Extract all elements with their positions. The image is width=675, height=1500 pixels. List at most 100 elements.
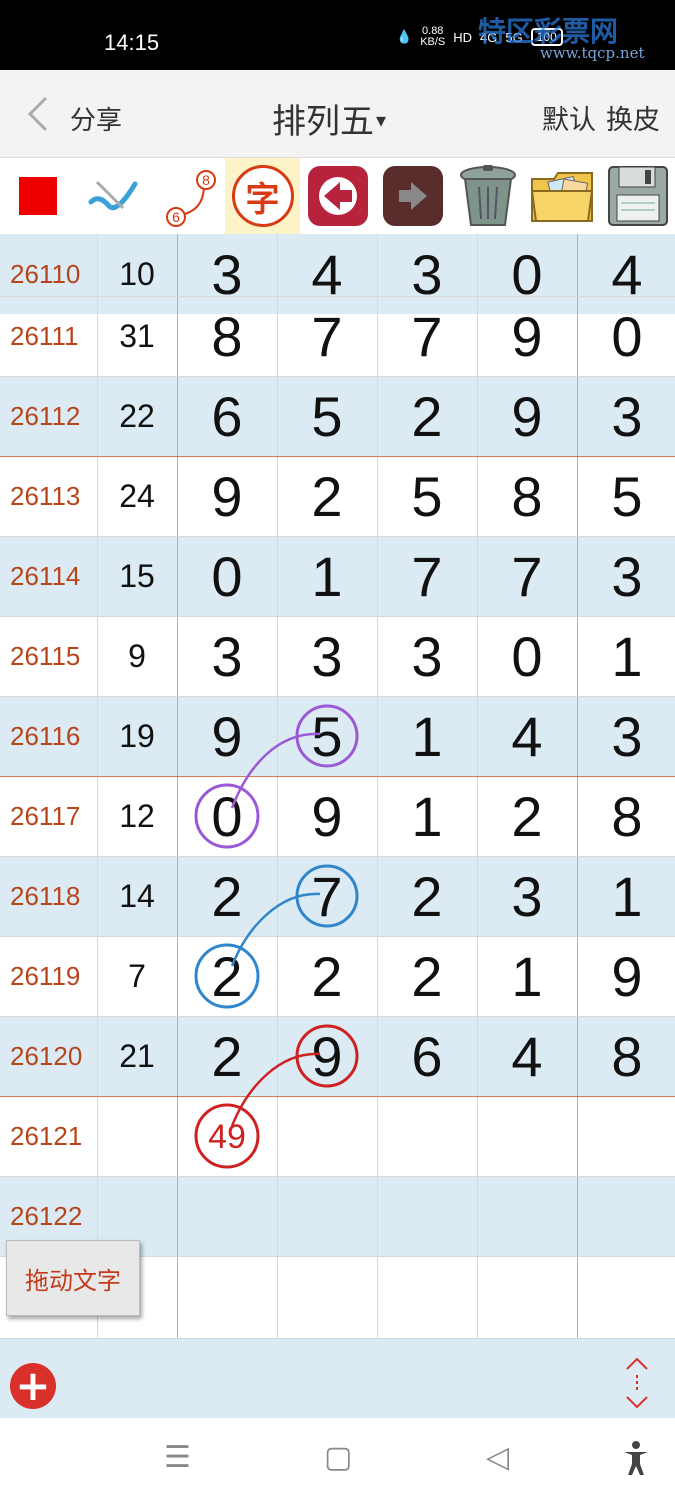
digit-cell[interactable]: 2 [377, 936, 477, 1016]
grid-divider [177, 234, 178, 1338]
water-drop-icon: 💧 [396, 29, 413, 44]
text-tool[interactable]: 字 [225, 158, 300, 234]
issue-number: 26113 [10, 480, 81, 511]
digit-cell[interactable]: 8 [177, 296, 277, 376]
digit-cell[interactable]: 1 [277, 536, 377, 616]
add-plus-icon[interactable]: + [10, 1363, 56, 1409]
digit-cell[interactable]: 3 [277, 616, 377, 696]
sum-value: 21 [119, 1037, 155, 1074]
digit-cell[interactable]: 9 [277, 776, 377, 856]
digit-cell[interactable]: 5 [277, 376, 377, 456]
digit-cell[interactable]: 8 [577, 776, 675, 856]
back-nav-icon[interactable]: ◁ [486, 1440, 509, 1475]
digit-cell[interactable]: 2 [377, 376, 477, 456]
table-row: 26119 7 2 2 2 1 9 [0, 936, 675, 1016]
digit-cell[interactable]: 6 [177, 376, 277, 456]
expand-vertical-icon[interactable] [622, 1357, 652, 1409]
connect-tool[interactable]: 8 6 [150, 158, 225, 234]
digit-cell[interactable]: 2 [477, 776, 577, 856]
digit-cell[interactable]: 3 [377, 616, 477, 696]
digit-cell[interactable]: 1 [577, 856, 675, 936]
grid-divider [277, 234, 278, 1338]
digit-cell[interactable]: 0 [177, 536, 277, 616]
issue-number: 26111 [10, 320, 79, 351]
bottom-bar: + [0, 1338, 675, 1418]
digit-cell[interactable]: 4 [477, 1016, 577, 1096]
digit-cell[interactable]: 5 [277, 696, 377, 776]
digit-cell[interactable]: 8 [577, 1016, 675, 1096]
change-skin-button[interactable]: 换皮 [606, 98, 660, 137]
digit-cell[interactable]: 7 [277, 296, 377, 376]
digit-cell[interactable]: 3 [577, 696, 675, 776]
digit-cell[interactable]: 3 [177, 616, 277, 696]
digit-cell[interactable]: 1 [477, 936, 577, 1016]
redo-tool[interactable] [375, 158, 450, 234]
red-color-swatch-icon [18, 177, 57, 215]
image-folder-tool[interactable] [525, 158, 600, 234]
digit-cell[interactable]: 9 [177, 456, 277, 536]
row-divider [0, 376, 675, 377]
digit-cell[interactable]: 2 [177, 856, 277, 936]
row-divider [0, 296, 675, 297]
digit-cell[interactable]: 9 [577, 936, 675, 1016]
row-divider [0, 1176, 675, 1177]
digit-cell[interactable]: 0 [477, 616, 577, 696]
grid-divider [477, 234, 478, 1338]
digit-cell[interactable]: 7 [477, 536, 577, 616]
digit-cell[interactable]: 2 [177, 936, 277, 1016]
digit-cell[interactable]: 5 [377, 456, 477, 536]
row-divider [0, 456, 675, 457]
back-arrow-icon[interactable] [24, 94, 54, 134]
digit-cell[interactable]: 0 [177, 776, 277, 856]
sum-value: 19 [119, 717, 155, 754]
table-row: 26116 19 9 5 1 4 3 [0, 696, 675, 776]
digit-cell[interactable]: 7 [377, 296, 477, 376]
digit-cell[interactable]: 3 [477, 856, 577, 936]
trash-tool[interactable] [450, 158, 525, 234]
table-row: 26114 15 0 1 7 7 3 [0, 536, 675, 616]
digit-cell[interactable]: 2 [177, 1016, 277, 1096]
digit-cell[interactable]: 3 [577, 376, 675, 456]
undo-arrow-icon [307, 166, 368, 226]
pen-tool[interactable] [75, 158, 150, 234]
floppy-save-icon [607, 166, 668, 226]
digit-cell[interactable]: 9 [477, 296, 577, 376]
save-tool[interactable] [600, 158, 675, 234]
digit-cell[interactable]: 5 [577, 456, 675, 536]
accessibility-icon[interactable] [622, 1440, 650, 1476]
undo-tool[interactable] [300, 158, 375, 234]
digit-cell[interactable]: 9 [477, 376, 577, 456]
digit-cell[interactable]: 6 [377, 1016, 477, 1096]
digit-cell[interactable]: 8 [477, 456, 577, 536]
digit-cell[interactable]: 4 [477, 696, 577, 776]
default-button[interactable]: 默认 [542, 98, 596, 137]
row-divider [0, 536, 675, 537]
status-time: 14:15 [104, 30, 160, 55]
digit-cell[interactable]: 1 [377, 696, 477, 776]
digit-cell[interactable]: 1 [577, 616, 675, 696]
drag-text-button[interactable]: 拖动文字 [6, 1240, 140, 1316]
digit-cell[interactable]: 2 [377, 856, 477, 936]
digit-cell[interactable]: 0 [577, 296, 675, 376]
digit-cell[interactable]: 3 [577, 536, 675, 616]
issue-number: 26117 [10, 800, 81, 831]
page-title-dropdown[interactable]: 排列五 ▾ [272, 94, 386, 143]
sum-value: 15 [119, 557, 155, 594]
menu-icon[interactable]: ☰ [164, 1440, 191, 1475]
digit-cell[interactable]: 1 [377, 776, 477, 856]
home-icon[interactable]: ▢ [324, 1440, 352, 1475]
color-picker-tool[interactable] [0, 158, 75, 234]
sum-value [97, 1096, 177, 1176]
digit-cell[interactable]: 9 [277, 1016, 377, 1096]
digit-cell[interactable]: 7 [377, 536, 477, 616]
row-divider [0, 1016, 675, 1017]
grid-divider [377, 234, 378, 1338]
trash-can-icon [459, 165, 516, 226]
grid-divider [577, 234, 578, 1338]
digit-cell[interactable]: 2 [277, 936, 377, 1016]
hd-icon: HD [453, 29, 473, 45]
digit-cell[interactable]: 2 [277, 456, 377, 536]
digit-cell[interactable]: 7 [277, 856, 377, 936]
share-button[interactable]: 分享 [70, 100, 122, 137]
digit-cell[interactable]: 9 [177, 696, 277, 776]
